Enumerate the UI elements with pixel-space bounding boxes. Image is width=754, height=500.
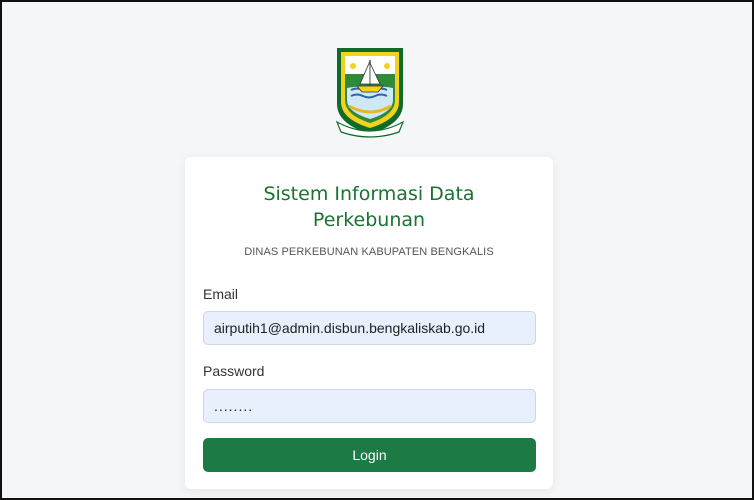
coat-of-arms-emblem-icon (335, 48, 405, 138)
email-label: Email (203, 286, 239, 302)
password-label: Password (203, 363, 265, 379)
login-page: Sistem Informasi Data Perkebunan DINAS P… (0, 0, 754, 500)
login-button[interactable]: Login (203, 438, 536, 472)
page-title: Sistem Informasi Data Perkebunan (263, 183, 475, 231)
login-card: Sistem Informasi Data Perkebunan DINAS P… (185, 157, 553, 489)
agency-subtitle: DINAS PERKEBUNAN KABUPATEN BENGKALIS (244, 246, 494, 258)
email-field[interactable] (203, 311, 536, 345)
password-field[interactable] (203, 389, 536, 423)
